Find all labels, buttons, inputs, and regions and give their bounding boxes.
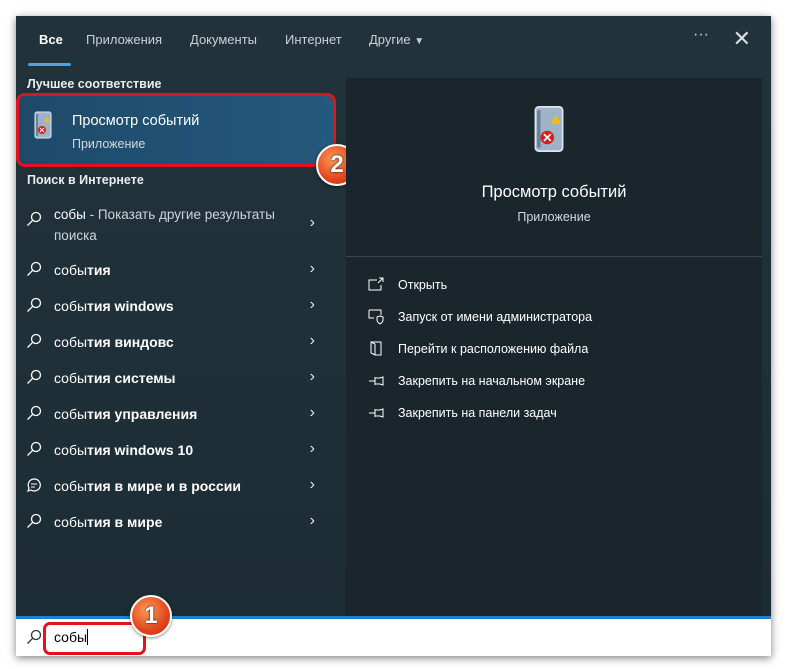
web-suggestion[interactable]: события в мире и в россии ›	[16, 468, 333, 504]
chevron-right-icon[interactable]: ›	[310, 214, 315, 232]
suggestion-text: события управления	[54, 406, 197, 422]
result-description: - Показать другие результаты	[85, 207, 275, 222]
search-icon	[27, 629, 42, 644]
web-suggestion[interactable]: события управления ›	[16, 396, 333, 432]
search-icon	[27, 405, 42, 420]
query-text: собы	[54, 207, 86, 222]
suggestion-completion: тия в мире и в россии	[87, 478, 241, 494]
web-search-heading: Поиск в Интернете	[27, 173, 144, 187]
search-bar[interactable]: собы	[16, 616, 771, 656]
web-suggestion[interactable]: события windows 10 ›	[16, 432, 333, 468]
suggestion-completion: тия в мире	[87, 514, 163, 530]
web-suggestion[interactable]: события в мире ›	[16, 504, 333, 540]
web-suggestion[interactable]: события ›	[16, 252, 333, 288]
tab-other-label: Другие	[369, 32, 411, 47]
suggestion-text: события системы	[54, 370, 176, 386]
result-description-cont: поиска	[54, 228, 97, 243]
text-caret	[87, 629, 89, 645]
suggestion-completion: тия виндовс	[87, 334, 174, 350]
event-viewer-large-icon	[534, 106, 564, 152]
web-result-show-more[interactable]: собы - Показать другие результаты поиска …	[16, 202, 333, 248]
chevron-right-icon[interactable]: ›	[310, 404, 315, 422]
action-label: Закрепить на панели задач	[398, 406, 557, 420]
suggestion-text: события в мире	[54, 514, 162, 530]
action-label: Открыть	[398, 278, 448, 292]
pin-icon	[369, 408, 384, 418]
web-suggestion[interactable]: события windows ›	[16, 288, 333, 324]
chevron-right-icon[interactable]: ›	[310, 296, 315, 314]
web-suggestion[interactable]: события виндовс ›	[16, 324, 333, 360]
suggestion-text: события в мире и в россии	[54, 478, 241, 494]
detail-subtitle: Приложение	[517, 210, 591, 224]
suggestion-prefix: собы	[54, 406, 88, 422]
search-icon	[27, 369, 42, 384]
best-match-subtitle: Приложение	[72, 137, 146, 151]
suggestion-prefix: собы	[54, 514, 88, 530]
best-match-item[interactable]: Просмотр событий Приложение	[16, 93, 336, 167]
chat-icon	[27, 478, 41, 492]
search-input-value: собы	[54, 629, 88, 645]
suggestion-text: события windows	[54, 298, 174, 314]
pin-icon	[369, 376, 384, 386]
tab-other[interactable]: Другие ▼	[369, 32, 424, 47]
search-icon	[27, 297, 42, 312]
more-options-button[interactable]: ···	[693, 26, 709, 44]
chevron-right-icon[interactable]: ›	[310, 368, 315, 386]
action-label: Закрепить на начальном экране	[398, 374, 586, 388]
web-suggestion[interactable]: события системы ›	[16, 360, 333, 396]
suggestion-prefix: собы	[54, 478, 88, 494]
shield-icon	[368, 309, 384, 325]
action-label: Перейти к расположению файла	[398, 342, 589, 356]
action-label: Запуск от имени администратора	[398, 310, 593, 324]
tab-documents[interactable]: Документы	[190, 32, 257, 47]
suggestion-text: события	[54, 262, 111, 278]
start-search-window: Все Приложения Документы Интернет Другие…	[16, 16, 771, 656]
search-icon	[27, 441, 42, 456]
active-tab-indicator	[28, 63, 71, 66]
chevron-right-icon[interactable]: ›	[310, 476, 315, 494]
folder-location-icon	[370, 341, 382, 356]
chevron-right-icon[interactable]: ›	[310, 512, 315, 530]
best-match-heading: Лучшее соответствие	[27, 77, 162, 91]
open-icon	[368, 277, 384, 291]
event-viewer-icon	[34, 111, 52, 139]
search-icon	[27, 211, 42, 226]
detail-pane: Просмотр событий Приложение Открыть Запу…	[346, 78, 762, 616]
best-match-title: Просмотр событий	[72, 113, 200, 129]
search-icon	[27, 261, 42, 276]
search-icon	[27, 513, 42, 528]
search-icon	[27, 333, 42, 348]
tab-internet[interactable]: Интернет	[285, 32, 342, 47]
tab-apps[interactable]: Приложения	[86, 32, 162, 47]
suggestion-completion: тия системы	[87, 370, 176, 386]
chevron-right-icon[interactable]: ›	[310, 440, 315, 458]
chevron-right-icon[interactable]: ›	[310, 332, 315, 350]
search-input[interactable]: собы	[54, 629, 89, 645]
divider	[346, 256, 762, 257]
suggestion-prefix: собы	[54, 298, 88, 314]
suggestion-prefix: собы	[54, 442, 88, 458]
suggestion-completion: тия управления	[87, 406, 198, 422]
suggestion-completion: тия	[87, 262, 111, 278]
suggestion-prefix: собы	[54, 334, 88, 350]
step-badge-1: 1	[130, 595, 172, 637]
tab-all[interactable]: Все	[39, 32, 63, 47]
suggestion-completion: тия windows	[87, 298, 174, 314]
chevron-right-icon[interactable]: ›	[310, 260, 315, 278]
suggestion-prefix: собы	[54, 370, 88, 386]
suggestion-text: события виндовс	[54, 334, 174, 350]
suggestion-completion: тия windows 10	[87, 442, 194, 458]
detail-title: Просмотр событий	[481, 183, 627, 201]
suggestion-text: события windows 10	[54, 442, 193, 458]
suggestion-prefix: собы	[54, 262, 88, 278]
close-button[interactable]: ✕	[733, 26, 751, 52]
caret-down-icon: ▼	[414, 36, 425, 47]
tab-bar: Все Приложения Документы Интернет Другие…	[16, 16, 771, 66]
